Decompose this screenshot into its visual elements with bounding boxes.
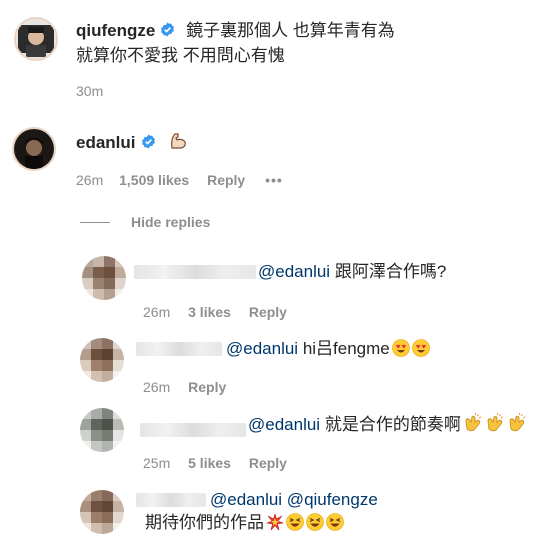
- reply-button[interactable]: Reply: [249, 304, 287, 320]
- mention-link[interactable]: @edanlui: [258, 262, 330, 281]
- clapping-hands-icon: [463, 413, 483, 433]
- mention-link[interactable]: @edanlui @qiufengze: [210, 490, 378, 509]
- reply-1-text: @edanlui 跟阿澤合作嗎?: [258, 260, 446, 284]
- comment-edanlui: edanlui: [76, 131, 188, 156]
- post-username[interactable]: qiufengze: [76, 21, 155, 40]
- reply-button[interactable]: Reply: [188, 379, 226, 395]
- avatar-qiufengze[interactable]: [14, 17, 58, 61]
- post-caption: qiufengze 鏡子裏那個人 也算年青有為 就算你不愛我 不用問心有愧: [76, 19, 395, 68]
- username-blurred[interactable]: [136, 493, 206, 507]
- reply-avatar-blurred[interactable]: [80, 408, 124, 452]
- reply-2-text: @edanlui hi吕fengme: [226, 337, 430, 361]
- comment-time: 26m: [76, 172, 104, 188]
- reply-body: 就是合作的節奏啊: [320, 415, 461, 434]
- collision-icon: [265, 512, 285, 531]
- hide-replies-button[interactable]: Hide replies: [131, 214, 210, 230]
- reply-3-text: @edanlui 就是合作的節奏啊: [248, 413, 527, 437]
- laughing-icon: [286, 513, 304, 531]
- reply-button[interactable]: Reply: [249, 455, 287, 471]
- caption-line-1: 鏡子裏那個人 也算年青有為: [186, 21, 395, 40]
- reply-avatar-blurred[interactable]: [80, 338, 124, 382]
- verified-icon: [141, 132, 156, 156]
- comment-meta: 26m 1,509 likes Reply •••: [76, 172, 283, 188]
- reply-time: 25m: [143, 455, 171, 471]
- mention-link[interactable]: @edanlui: [226, 339, 298, 358]
- clapping-hands-icon: [485, 413, 505, 433]
- reply-avatar-blurred[interactable]: [80, 490, 124, 534]
- heart-eyes-icon: [411, 339, 430, 357]
- caption-line-2: 就算你不愛我 不用問心有愧: [76, 45, 285, 65]
- reply-body: 跟阿澤合作嗎?: [330, 262, 447, 281]
- reply-likes[interactable]: 5 likes: [188, 455, 231, 471]
- verified-icon: [160, 20, 175, 44]
- reply-avatar-blurred[interactable]: [82, 256, 126, 300]
- reply-likes[interactable]: 3 likes: [188, 304, 231, 320]
- more-options-icon[interactable]: •••: [265, 172, 283, 188]
- reply-1-meta: 26m 3 likes Reply: [143, 304, 287, 320]
- avatar-edanlui[interactable]: [12, 127, 56, 171]
- reply-2-meta: 26m Reply: [143, 379, 226, 395]
- comment-likes[interactable]: 1,509 likes: [119, 172, 189, 188]
- reply-4-mentions: @edanlui @qiufengze: [210, 488, 378, 512]
- reply-body: 期待你們的作品: [145, 513, 264, 532]
- mention-link[interactable]: @edanlui: [248, 415, 320, 434]
- comment-username[interactable]: edanlui: [76, 133, 136, 152]
- post-time: 30m: [76, 83, 104, 99]
- flexed-biceps-icon: [168, 131, 188, 151]
- laughing-icon: [306, 513, 324, 531]
- avatar-image: [14, 129, 54, 169]
- laughing-icon: [326, 513, 344, 531]
- reply-button[interactable]: Reply: [207, 172, 245, 188]
- reply-body: hi吕fengme: [298, 339, 390, 358]
- replies-divider: [80, 222, 110, 223]
- reply-time: 26m: [143, 304, 171, 320]
- username-blurred[interactable]: [140, 423, 246, 437]
- reply-4-text: 期待你們的作品: [145, 511, 344, 535]
- reply-3-meta: 25m 5 likes Reply: [143, 455, 287, 471]
- avatar-image: [16, 19, 56, 59]
- heart-eyes-icon: [391, 339, 410, 357]
- reply-time: 26m: [143, 379, 171, 395]
- username-blurred[interactable]: [134, 265, 256, 279]
- username-blurred[interactable]: [136, 342, 222, 356]
- clapping-hands-icon: [507, 413, 527, 433]
